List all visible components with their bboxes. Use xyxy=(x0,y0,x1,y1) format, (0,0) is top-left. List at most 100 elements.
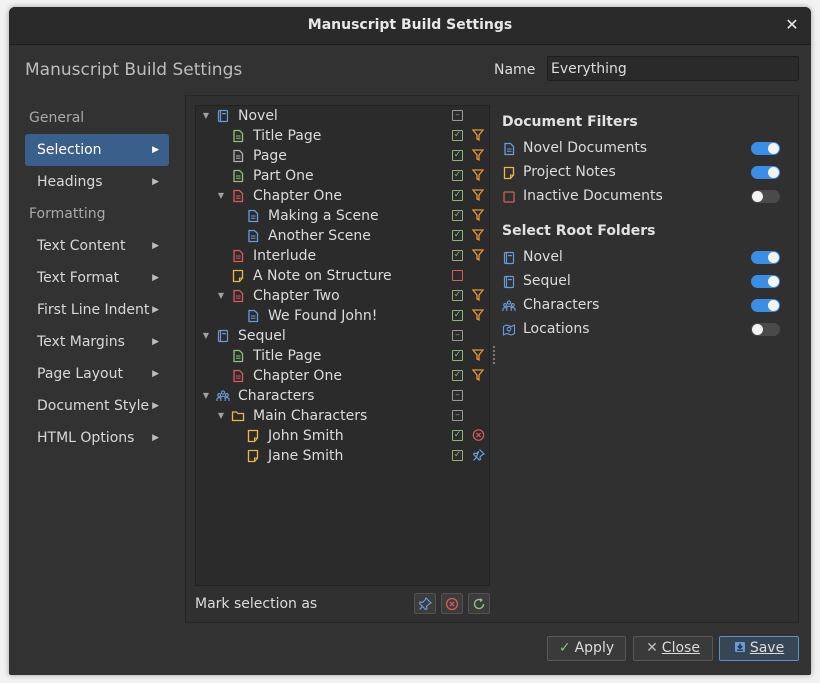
reset-selection-button[interactable] xyxy=(468,593,490,614)
splitter-handle[interactable] xyxy=(493,346,496,370)
close-button[interactable]: ✕ Close xyxy=(633,636,713,661)
mark-included-button[interactable] xyxy=(414,593,436,614)
save-button[interactable]: Save xyxy=(719,636,799,661)
excluded-icon xyxy=(445,597,459,611)
sidebar-item-text-format[interactable]: Text Format ▶ xyxy=(25,262,169,294)
option-row-inactive-documents: Inactive Documents xyxy=(502,185,782,207)
tree-row[interactable]: ▼ Characters – xyxy=(196,386,489,406)
sidebar-item-selection[interactable]: Selection ▶ xyxy=(25,134,169,166)
tree-row[interactable]: Title Page ✓ xyxy=(196,346,489,366)
chevron-right-icon: ▶ xyxy=(152,401,159,411)
checked-icon: ✓ xyxy=(452,430,463,441)
tree-row[interactable]: ▼ Chapter One ✓ xyxy=(196,186,489,206)
note-icon xyxy=(246,429,260,443)
tree-item-label: Title Page xyxy=(253,128,322,144)
expand-arrow-icon[interactable]: ▼ xyxy=(200,386,212,406)
toggle-switch[interactable] xyxy=(751,190,780,203)
option-label: Novel xyxy=(523,249,563,265)
expand-arrow-icon[interactable]: ▼ xyxy=(200,106,212,126)
filter-icon xyxy=(471,128,485,142)
filter-icon xyxy=(471,168,485,182)
tree-row[interactable]: John Smith ✓ xyxy=(196,426,489,446)
sidebar-item-document-style[interactable]: Document Style ▶ xyxy=(25,390,169,422)
tree-item-label: Chapter Two xyxy=(253,288,340,304)
tree-row[interactable]: Title Page ✓ xyxy=(196,126,489,146)
filter-icon xyxy=(471,208,485,222)
tree-item-label: Title Page xyxy=(253,348,322,364)
toggle-switch[interactable] xyxy=(751,323,780,336)
nav-section-general: General xyxy=(29,110,85,126)
sidebar-item-first-line-indent[interactable]: First Line Indent ▶ xyxy=(25,294,169,326)
note-icon xyxy=(231,269,245,283)
option-label: Novel Documents xyxy=(523,140,648,156)
project-tree[interactable]: ▼ Novel – Title Page ✓ Page ✓ Part One ✓ ▼ Chapter… xyxy=(195,105,490,586)
tree-row[interactable]: ▼ Sequel – xyxy=(196,326,489,346)
expand-arrow-icon[interactable]: ▼ xyxy=(215,406,227,426)
mark-selection-label: Mark selection as xyxy=(195,596,318,612)
partial-check-icon: – xyxy=(452,390,463,401)
expand-arrow-icon[interactable]: ▼ xyxy=(215,286,227,306)
filter-icon xyxy=(471,228,485,242)
sidebar-item-page-layout[interactable]: Page Layout ▶ xyxy=(25,358,169,390)
filter-icon xyxy=(471,348,485,362)
checked-icon: ✓ xyxy=(452,450,463,461)
checked-icon: ✓ xyxy=(452,210,463,221)
chevron-right-icon: ▶ xyxy=(152,433,159,443)
option-label: Project Notes xyxy=(523,164,616,180)
checked-icon: ✓ xyxy=(452,230,463,241)
toggle-switch[interactable] xyxy=(751,166,780,179)
tree-row[interactable]: Chapter One ✓ xyxy=(196,366,489,386)
chevron-right-icon: ▶ xyxy=(152,273,159,283)
option-label: Sequel xyxy=(523,273,571,289)
sidebar-item-label: Page Layout xyxy=(37,366,123,382)
tree-row[interactable]: Part One ✓ xyxy=(196,166,489,186)
tree-item-label: Making a Scene xyxy=(268,208,379,224)
checked-icon: ✓ xyxy=(452,290,463,301)
toggle-switch[interactable] xyxy=(751,142,780,155)
option-row-project-notes: Project Notes xyxy=(502,161,782,183)
sidebar-item-text-margins[interactable]: Text Margins ▶ xyxy=(25,326,169,358)
checked-icon: ✓ xyxy=(452,350,463,361)
sidebar-item-label: Document Style xyxy=(37,398,150,414)
toggle-switch[interactable] xyxy=(751,299,780,312)
tree-row[interactable]: Interlude ✓ xyxy=(196,246,489,266)
sidebar-item-label: Text Margins xyxy=(37,334,125,350)
tree-row[interactable]: Jane Smith ✓ xyxy=(196,446,489,466)
sidebar-item-label: Selection xyxy=(37,142,102,158)
sidebar-item-text-content[interactable]: Text Content ▶ xyxy=(25,230,169,262)
tree-row[interactable]: A Note on Structure xyxy=(196,266,489,286)
close-icon[interactable]: ✕ xyxy=(783,16,801,34)
expand-arrow-icon[interactable]: ▼ xyxy=(215,186,227,206)
tree-row[interactable]: Page ✓ xyxy=(196,146,489,166)
selection-panel: ▼ Novel – Title Page ✓ Page ✓ Part One ✓ ▼ Chapter… xyxy=(185,95,799,623)
partial-check-icon: – xyxy=(452,410,463,421)
tree-row[interactable]: ▼ Main Characters – xyxy=(196,406,489,426)
tree-row[interactable]: ▼ Novel – xyxy=(196,106,489,126)
page-title: Manuscript Build Settings xyxy=(25,60,243,80)
tree-item-label: We Found John! xyxy=(268,308,378,324)
tree-row[interactable]: Making a Scene ✓ xyxy=(196,206,489,226)
toggle-switch[interactable] xyxy=(751,275,780,288)
name-field[interactable] xyxy=(547,56,799,81)
sidebar-item-headings[interactable]: Headings ▶ xyxy=(25,166,169,198)
doc-red-icon xyxy=(231,189,245,203)
toggle-switch[interactable] xyxy=(751,251,780,264)
tree-row[interactable]: We Found John! ✓ xyxy=(196,306,489,326)
close-label: Close xyxy=(661,640,700,656)
expand-arrow-icon[interactable]: ▼ xyxy=(200,326,212,346)
tree-item-label: Another Scene xyxy=(268,228,371,244)
pin-icon xyxy=(418,597,432,611)
apply-button[interactable]: ✓ Apply xyxy=(547,636,626,661)
pin-icon xyxy=(472,448,486,462)
tree-item-label: Interlude xyxy=(253,248,317,264)
sidebar-item-html-options[interactable]: HTML Options ▶ xyxy=(25,422,169,454)
mark-excluded-button[interactable] xyxy=(441,593,463,614)
tree-row[interactable]: ▼ Chapter Two ✓ xyxy=(196,286,489,306)
save-label: Save xyxy=(749,640,785,656)
people-icon xyxy=(216,389,230,403)
tree-row[interactable]: Another Scene ✓ xyxy=(196,226,489,246)
filter-icon xyxy=(471,248,485,262)
doc-blue-icon xyxy=(246,229,260,243)
location-icon xyxy=(502,322,516,336)
sidebar-item-label: First Line Indent xyxy=(37,302,150,318)
